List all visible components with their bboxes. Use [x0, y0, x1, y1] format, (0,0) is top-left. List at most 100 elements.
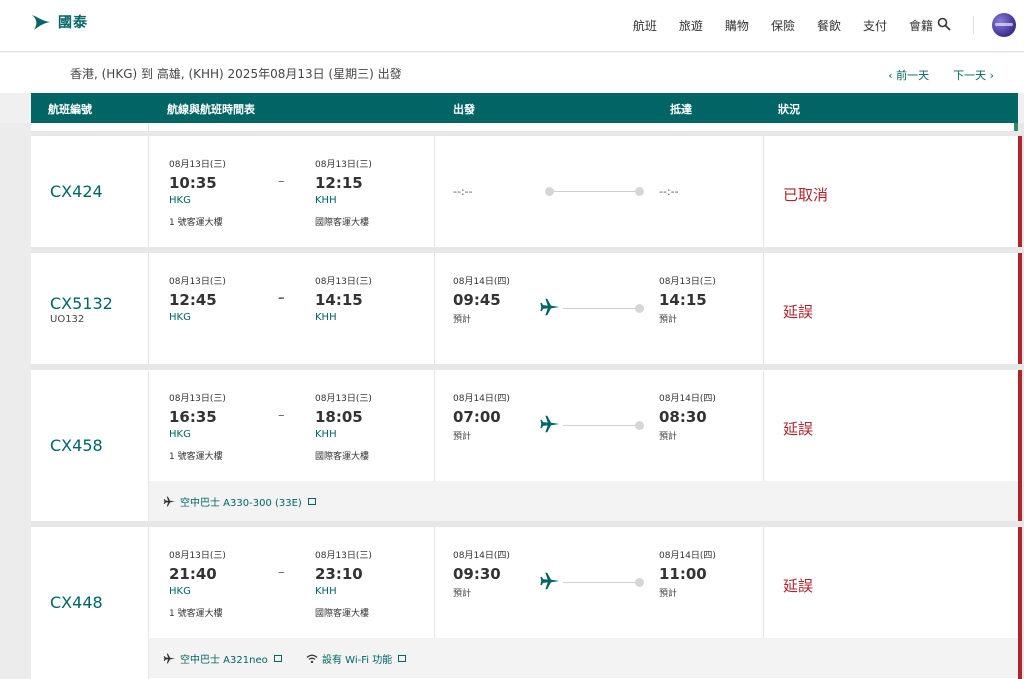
col-status: 狀況 — [778, 103, 800, 116]
schedule-cell: 08月13日(三) 10:35 HKG 1 號客運大樓 – 08月13日(三) … — [149, 136, 435, 247]
top-navigation: 國泰 航班 旅遊 購物 保險 餐飲 支付 會籍 — [0, 0, 1024, 52]
plane-icon — [540, 572, 560, 590]
dep-date: 08月13日(三) — [169, 277, 226, 287]
nav-dining[interactable]: 餐飲 — [806, 17, 852, 34]
progress-line — [563, 425, 639, 426]
dep-date: 08月13日(三) — [169, 394, 226, 404]
route-dash: – — [278, 565, 285, 580]
progress-line — [554, 191, 639, 192]
dep-terminal: 1 號客運大樓 — [169, 218, 223, 228]
search-icon[interactable] — [937, 17, 951, 31]
arr-airport: KHH — [315, 312, 337, 323]
plane-icon — [163, 496, 175, 507]
status-badge: 已取消 — [783, 186, 829, 204]
plane-icon — [163, 653, 175, 664]
actual-arr-placeholder: --:-- — [659, 185, 679, 198]
nav-insurance[interactable]: 保險 — [760, 17, 806, 34]
arr-date: 08月13日(三) — [315, 394, 372, 404]
actual-dep-note: 預計 — [453, 589, 472, 599]
schedule-cell: 08月13日(三) 12:45 HKG – 08月13日(三) 14:15 KH… — [149, 253, 435, 364]
external-link-icon — [398, 655, 407, 662]
dep-date: 08月13日(三) — [169, 160, 226, 170]
arr-time: 14:15 — [315, 291, 363, 309]
wifi-icon — [306, 654, 318, 663]
nav-payment[interactable]: 支付 — [852, 17, 898, 34]
plane-icon — [540, 415, 560, 433]
status-bar — [1018, 253, 1022, 364]
dep-terminal: 1 號客運大樓 — [169, 452, 223, 462]
progress-line — [563, 308, 639, 309]
col-route-schedule: 航線與航班時間表 — [167, 103, 255, 116]
aircraft-info-bar: 空中巴士 A321neo 設有 Wi-Fi 功能 — [149, 638, 1018, 678]
schedule-cell: 08月13日(三) 16:35 HKG 1 號客運大樓 – 08月13日(三) … — [149, 370, 435, 481]
next-day-link[interactable]: 下一天 › — [953, 67, 994, 83]
dep-time: 10:35 — [169, 174, 217, 192]
actual-dep-date: 08月14日(四) — [453, 277, 510, 287]
cathay-logo[interactable]: 國泰 — [30, 12, 88, 32]
status-badge: 延誤 — [783, 303, 814, 321]
flight-number[interactable]: CX458 — [50, 436, 103, 455]
actual-arr-note: 預計 — [659, 315, 678, 325]
status-bar — [1018, 527, 1022, 679]
dep-terminal: 1 號客運大樓 — [169, 609, 223, 619]
actual-dep-date: 08月14日(四) — [453, 394, 510, 404]
flight-cell: CX5132 UO132 — [31, 253, 149, 364]
flight-number[interactable]: CX424 — [50, 182, 103, 201]
nav-shopping[interactable]: 購物 — [714, 17, 760, 34]
dep-airport: HKG — [169, 586, 191, 597]
route-dash: – — [278, 174, 285, 189]
aircraft-type-link[interactable]: 空中巴士 A321neo — [163, 651, 282, 666]
route-title: 香港, (HKG) 到 高雄, (KHH) 2025年08月13日 (星期三) … — [70, 67, 402, 81]
actual-arr-note: 預計 — [659, 589, 678, 599]
brushwing-logo-icon — [32, 15, 50, 30]
dep-time: 21:40 — [169, 565, 217, 583]
table-row[interactable]: CX448 08月13日(三) 21:40 HKG 1 號客運大樓 – 08月1… — [31, 527, 1022, 679]
dep-airport: HKG — [169, 195, 191, 206]
status-badge: 延誤 — [783, 420, 814, 438]
table-row[interactable]: CX5132 UO132 08月13日(三) 12:45 HKG – 08月13… — [31, 253, 1022, 364]
nav-flights[interactable]: 航班 — [622, 17, 668, 34]
actual-times-cell: 08月14日(四) 09:30 預計 08月14日(四) 11:00 預計 — [435, 527, 764, 638]
arr-time: 23:10 — [315, 565, 363, 583]
member-avatar[interactable] — [992, 13, 1016, 37]
dep-time: 12:45 — [169, 291, 217, 309]
arr-terminal: 國際客運大樓 — [315, 218, 370, 228]
actual-arr-note: 預計 — [659, 432, 678, 442]
col-arrival: 抵達 — [670, 103, 692, 116]
arr-airport: KHH — [315, 429, 337, 440]
actual-arr-time: 08:30 — [659, 408, 707, 426]
destination-dot — [635, 578, 644, 587]
table-row[interactable]: CX424 08月13日(三) 10:35 HKG 1 號客運大樓 – 08月1… — [31, 136, 1022, 247]
status-badge: 延誤 — [783, 577, 814, 595]
nav-travel[interactable]: 旅遊 — [668, 17, 714, 34]
external-link-icon — [273, 655, 282, 662]
actual-arr-time: 14:15 — [659, 291, 707, 309]
arr-time: 18:05 — [315, 408, 363, 426]
arr-time: 12:15 — [315, 174, 363, 192]
actual-arr-date: 08月14日(四) — [659, 394, 716, 404]
wifi-label: 設有 Wi-Fi 功能 — [322, 655, 393, 666]
flight-number[interactable]: CX448 — [50, 593, 103, 612]
route-dash: – — [278, 291, 285, 306]
actual-dep-note: 預計 — [453, 432, 472, 442]
actual-times-cell: --:-- --:-- — [435, 136, 764, 247]
actual-dep-time: 07:00 — [453, 408, 501, 426]
origin-dot — [545, 187, 554, 196]
arr-date: 08月13日(三) — [315, 551, 372, 561]
table-header: 航班編號 航線與航班時間表 出發 抵達 狀況 — [31, 93, 1018, 123]
actual-arr-time: 11:00 — [659, 565, 707, 583]
aircraft-type: 空中巴士 A330-300 (33E) — [180, 498, 302, 509]
table-row[interactable]: CX458 08月13日(三) 16:35 HKG 1 號客運大樓 – 08月1… — [31, 370, 1022, 521]
dep-airport: HKG — [169, 312, 191, 323]
flight-cell: CX448 — [31, 527, 149, 679]
flight-list: CX424 08月13日(三) 10:35 HKG 1 號客運大樓 – 08月1… — [31, 123, 1024, 679]
wifi-link[interactable]: 設有 Wi-Fi 功能 — [306, 651, 407, 666]
aircraft-info-bar: 空中巴士 A330-300 (33E) — [149, 481, 1018, 521]
flight-number[interactable]: CX5132 — [50, 294, 113, 313]
aircraft-type-link[interactable]: 空中巴士 A330-300 (33E) — [163, 494, 316, 509]
day-navigation: ‹ 前一天 下一天 › — [888, 67, 994, 83]
main-menu: 航班 旅遊 購物 保險 餐飲 支付 會籍 — [622, 17, 944, 34]
actual-dep-time: 09:30 — [453, 565, 501, 583]
prev-day-link[interactable]: ‹ 前一天 — [888, 67, 929, 83]
arr-terminal: 國際客運大樓 — [315, 452, 370, 462]
